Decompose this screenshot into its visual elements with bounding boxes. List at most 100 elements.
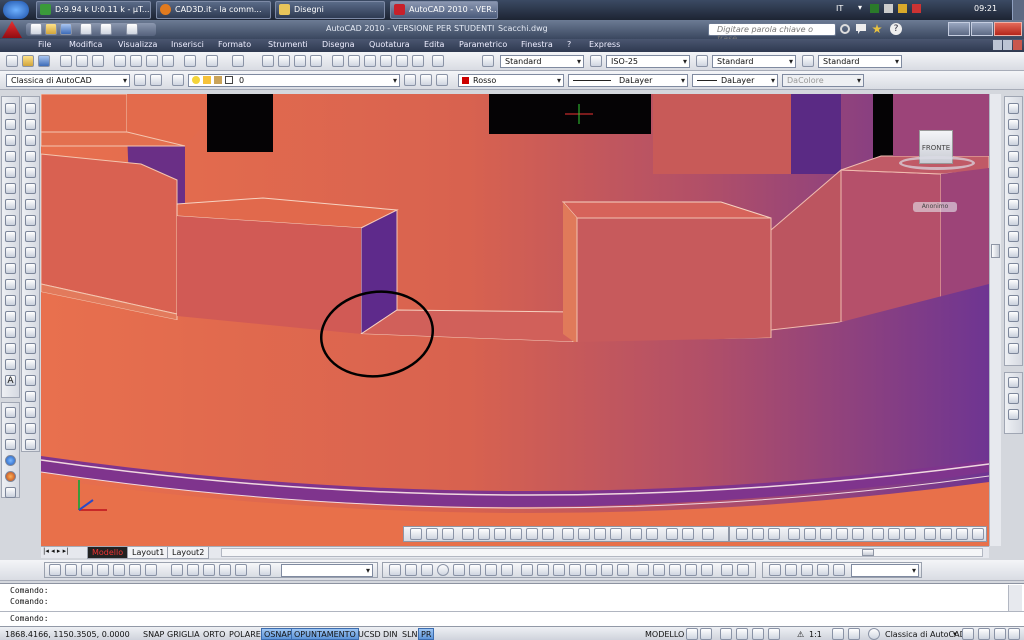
design-center-icon[interactable] xyxy=(348,55,360,67)
conceptual-style-icon[interactable] xyxy=(833,564,845,576)
baseline-dim-icon[interactable] xyxy=(888,528,900,540)
tray-network-icon[interactable] xyxy=(870,4,879,13)
torus-icon[interactable] xyxy=(469,564,481,576)
line-icon[interactable] xyxy=(5,103,16,114)
orbit-icon[interactable] xyxy=(410,528,422,540)
move-icon[interactable] xyxy=(1008,183,1019,194)
3d-rotate-icon[interactable] xyxy=(25,407,36,418)
array-icon[interactable] xyxy=(1008,167,1019,178)
menu-modifica[interactable]: Modifica xyxy=(69,40,102,49)
wireframe-icon[interactable] xyxy=(5,407,16,418)
clean-screen-icon[interactable] xyxy=(1008,628,1020,640)
center-mark-icon[interactable] xyxy=(940,528,952,540)
construction-line-icon[interactable] xyxy=(5,119,16,130)
3d-align-icon[interactable] xyxy=(25,423,36,434)
send-to-back-icon[interactable] xyxy=(1008,393,1019,404)
diameter-dim-icon[interactable] xyxy=(836,528,848,540)
horizontal-scrollbar[interactable] xyxy=(221,548,983,557)
menu-parametrico[interactable]: Parametrico xyxy=(459,40,507,49)
visual-style-select[interactable] xyxy=(851,564,919,577)
polysolid-icon[interactable] xyxy=(25,103,36,114)
toggle-polare[interactable]: POLARE xyxy=(226,628,264,640)
tool-palettes-icon[interactable] xyxy=(364,55,376,67)
plot-icon[interactable] xyxy=(60,55,72,67)
redo-icon[interactable] xyxy=(100,23,112,35)
fillet-icon[interactable] xyxy=(1008,343,1019,354)
auto-scale-icon[interactable] xyxy=(848,628,860,640)
ucs-x-icon[interactable] xyxy=(203,564,215,576)
view-top-icon[interactable] xyxy=(462,528,474,540)
cut-icon[interactable] xyxy=(114,55,126,67)
copy-faces-icon[interactable] xyxy=(617,564,629,576)
menu-strumenti[interactable]: Strumenti xyxy=(268,40,308,49)
linear-dim-icon[interactable] xyxy=(736,528,748,540)
viewcube-compass-ring[interactable] xyxy=(899,156,975,170)
3d-wireframe-icon[interactable] xyxy=(785,564,797,576)
table-style-icon[interactable] xyxy=(696,55,708,67)
sphere-icon[interactable] xyxy=(437,564,449,576)
table-style-select[interactable]: Standard xyxy=(712,55,796,68)
new-icon[interactable] xyxy=(6,55,18,67)
menu-visualizza[interactable]: Visualizza xyxy=(118,40,157,49)
zoom-previous-icon[interactable] xyxy=(310,55,322,67)
view-left-icon[interactable] xyxy=(494,528,506,540)
view-bottom-icon[interactable] xyxy=(478,528,490,540)
delete-faces-icon[interactable] xyxy=(569,564,581,576)
region-icon[interactable] xyxy=(5,359,16,370)
2d-wireframe-icon[interactable] xyxy=(769,564,781,576)
cone-icon[interactable] xyxy=(25,151,36,162)
close-button[interactable] xyxy=(994,22,1022,36)
slice-icon[interactable] xyxy=(721,564,733,576)
revolve-icon[interactable] xyxy=(25,311,36,322)
open-icon[interactable] xyxy=(45,23,57,35)
view-front-icon[interactable] xyxy=(526,528,538,540)
ucs-view-icon[interactable] xyxy=(129,564,141,576)
dim-style-icon[interactable] xyxy=(590,55,602,67)
move-faces-icon[interactable] xyxy=(537,564,549,576)
check-icon[interactable] xyxy=(701,564,713,576)
box-icon[interactable] xyxy=(25,119,36,130)
doc-minimize-button[interactable] xyxy=(993,40,1002,50)
minimize-button[interactable] xyxy=(948,22,970,36)
render-icon[interactable] xyxy=(5,471,16,482)
camera-icon[interactable] xyxy=(646,528,658,540)
make-block-icon[interactable] xyxy=(5,295,16,306)
block-editor-icon[interactable] xyxy=(184,55,196,67)
angular-dim-icon[interactable] xyxy=(852,528,864,540)
publish-icon[interactable] xyxy=(92,55,104,67)
ellipse-icon[interactable] xyxy=(5,247,16,258)
toggle-osnap[interactable]: OSNAP xyxy=(261,628,295,640)
ucs-y-icon[interactable] xyxy=(219,564,231,576)
jogged-dim-icon[interactable] xyxy=(820,528,832,540)
markup-icon[interactable] xyxy=(396,55,408,67)
properties-icon[interactable] xyxy=(332,55,344,67)
rectangle-icon[interactable] xyxy=(5,167,16,178)
menu-file[interactable]: File xyxy=(38,40,51,49)
plot-icon[interactable] xyxy=(126,23,138,35)
doc-restore-button[interactable] xyxy=(1003,40,1012,50)
planar-surface-icon[interactable] xyxy=(25,247,36,258)
cone-icon[interactable] xyxy=(421,564,433,576)
search-icon[interactable] xyxy=(840,24,850,34)
dim-style-select[interactable]: ISO-25 xyxy=(606,55,690,68)
ucs-face-icon[interactable] xyxy=(97,564,109,576)
status-tray-settings-icon[interactable] xyxy=(994,628,1006,640)
interfere-icon[interactable] xyxy=(737,564,749,576)
gradient-icon[interactable] xyxy=(5,343,16,354)
offset-faces-icon[interactable] xyxy=(553,564,565,576)
ucs-3point-icon[interactable] xyxy=(187,564,199,576)
autocad-logo-icon[interactable] xyxy=(2,20,22,39)
spline-icon[interactable] xyxy=(5,231,16,242)
multiline-text-icon[interactable]: A xyxy=(5,375,16,386)
command-scrollbar[interactable] xyxy=(1008,585,1022,611)
help-icon[interactable] xyxy=(432,55,444,67)
open-icon[interactable] xyxy=(22,55,34,67)
steeringwheel-icon[interactable] xyxy=(752,628,764,640)
menu-help[interactable]: ? xyxy=(567,40,571,49)
join-icon[interactable] xyxy=(1008,311,1019,322)
quick-dim-icon[interactable] xyxy=(872,528,884,540)
cylinder-icon[interactable] xyxy=(25,183,36,194)
ucs-zaxis-icon[interactable] xyxy=(171,564,183,576)
tray-chevron-icon[interactable]: ▾ xyxy=(858,3,862,12)
bring-to-front-icon[interactable] xyxy=(1008,377,1019,388)
